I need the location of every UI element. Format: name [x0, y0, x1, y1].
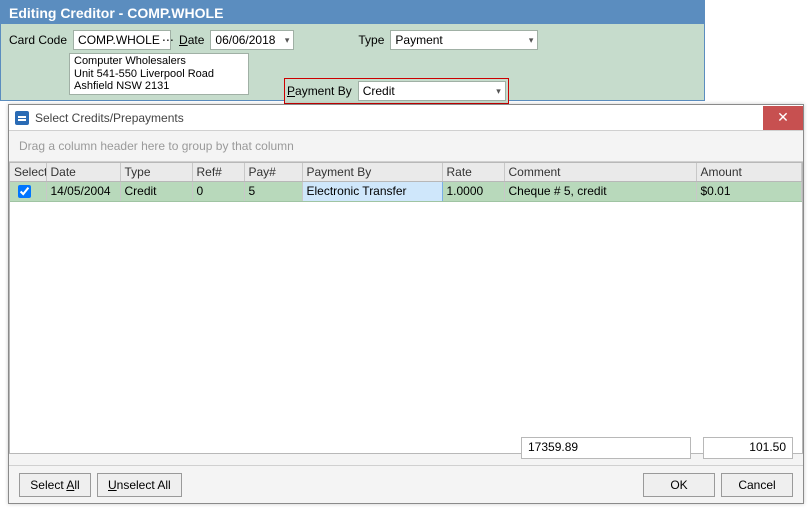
row-payment-by[interactable]: Electronic Transfer [302, 181, 442, 201]
row-rate: 1.0000 [442, 181, 504, 201]
row-amount: $0.01 [696, 181, 802, 201]
table-row[interactable]: 14/05/2004 Credit 0 5 Electronic Transfe… [10, 181, 802, 201]
type-select[interactable]: Payment ▾ [390, 30, 538, 50]
card-code-input[interactable]: COMP.WHOLE ⋯ [73, 30, 171, 50]
row-type: Credit [120, 181, 192, 201]
group-hint[interactable]: Drag a column header here to group by th… [9, 131, 803, 162]
select-all-button[interactable]: Select All [19, 473, 91, 497]
date-input[interactable]: 06/06/2018 ▾ [210, 30, 294, 50]
app-icon [15, 111, 29, 125]
col-comment[interactable]: Comment [504, 163, 696, 181]
close-icon: ✕ [777, 109, 789, 126]
select-credits-dialog: Select Credits/Prepayments ✕ Drag a colu… [8, 104, 804, 504]
date-label: Date [179, 33, 206, 47]
col-rate[interactable]: Rate [442, 163, 504, 181]
chevron-down-icon[interactable]: ▾ [492, 86, 501, 97]
ok-button[interactable]: OK [643, 473, 715, 497]
payment-by-select[interactable]: Credit ▾ [358, 81, 506, 101]
payment-by-group: Payment By Credit ▾ [284, 78, 509, 104]
total-1: 17359.89 [521, 437, 691, 459]
col-select[interactable]: Select [10, 163, 46, 181]
chevron-down-icon[interactable]: ▾ [281, 35, 290, 46]
col-amount[interactable]: Amount [696, 163, 802, 181]
col-pay[interactable]: Pay# [244, 163, 302, 181]
card-code-label: Card Code [9, 33, 69, 47]
unselect-all-button[interactable]: Unselect All [97, 473, 182, 497]
row-comment: Cheque # 5, credit [504, 181, 696, 201]
payment-by-label: Payment By [287, 84, 354, 98]
grid: Select Date Type Ref# Pay# Payment By Ra… [9, 162, 803, 454]
total-2: 101.50 [703, 437, 793, 459]
col-type[interactable]: Type [120, 163, 192, 181]
address-display: Computer Wholesalers Unit 541-550 Liverp… [69, 53, 249, 95]
dialog-title: Select Credits/Prepayments [35, 111, 184, 125]
row-ref: 0 [192, 181, 244, 201]
cancel-button[interactable]: Cancel [721, 473, 793, 497]
close-button[interactable]: ✕ [763, 106, 803, 130]
col-ref[interactable]: Ref# [192, 163, 244, 181]
col-date[interactable]: Date [46, 163, 120, 181]
totals-row: 17359.89 101.50 [521, 437, 793, 459]
dialog-titlebar: Select Credits/Prepayments ✕ [9, 105, 803, 131]
dialog-buttons: Select All Unselect All OK Cancel [9, 465, 803, 503]
card-code-picker-icon[interactable]: ⋯ [160, 33, 175, 47]
row-pay: 5 [244, 181, 302, 201]
chevron-down-icon[interactable]: ▾ [525, 35, 534, 46]
row-date: 14/05/2004 [46, 181, 120, 201]
row-checkbox-cell [10, 181, 46, 201]
grid-header[interactable]: Select Date Type Ref# Pay# Payment By Ra… [10, 163, 802, 181]
row-checkbox[interactable] [18, 185, 31, 198]
window-title: Editing Creditor - COMP.WHOLE [1, 1, 704, 24]
col-payment-by[interactable]: Payment By [302, 163, 442, 181]
type-label: Type [358, 33, 386, 47]
